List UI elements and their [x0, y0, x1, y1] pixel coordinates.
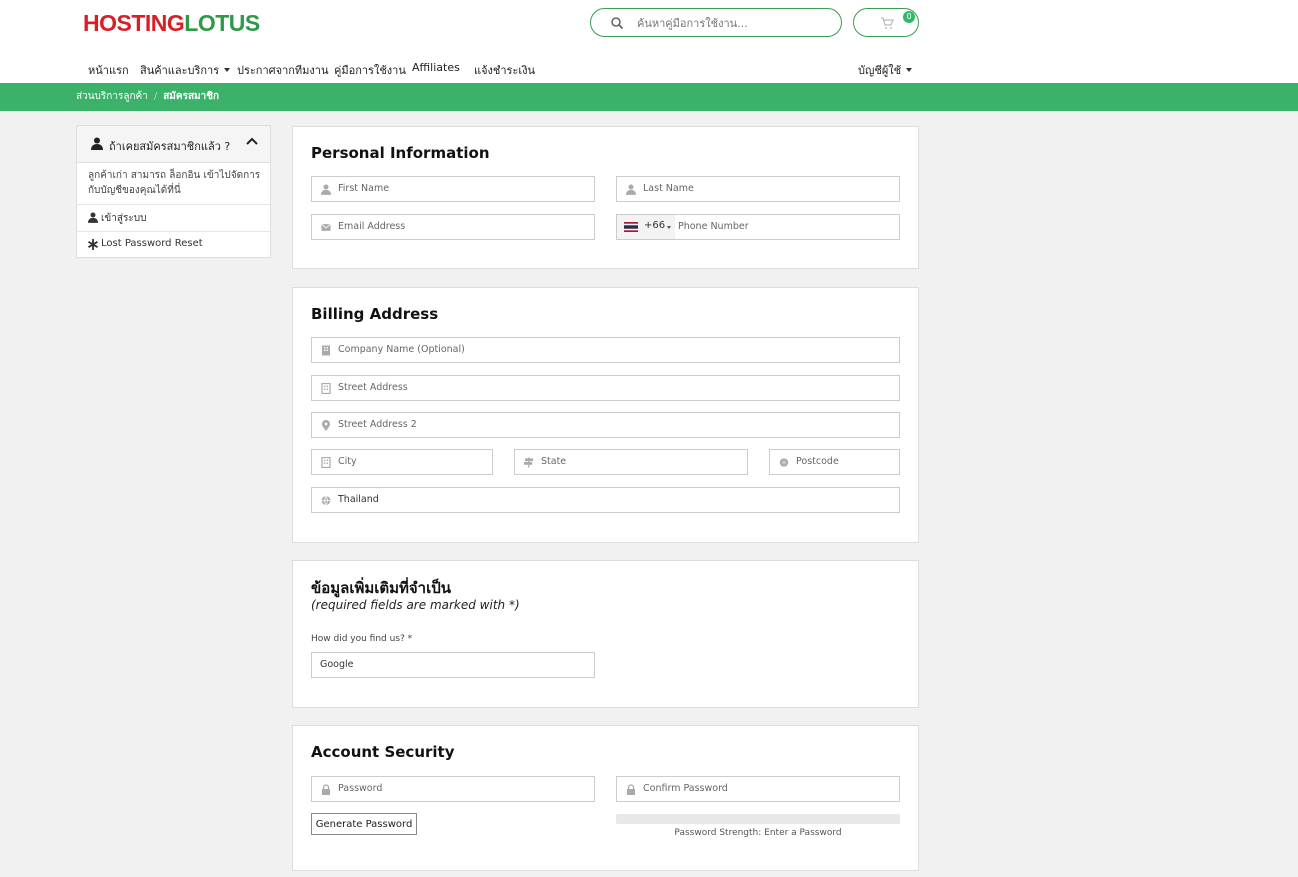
- breadcrumb-current: สมัครสมาชิก: [163, 91, 220, 102]
- user-icon: [626, 184, 636, 195]
- cart-button[interactable]: 0: [853, 8, 919, 37]
- sidebar-title: ถ้าเคยสมัครสมาชิกแล้ว ?: [109, 140, 231, 153]
- sidebar-panel: ถ้าเคยสมัครสมาชิกแล้ว ? ลูกค้าเก่า สามาร…: [76, 125, 271, 258]
- billing-address-card: Billing Address Company Name (Optional) …: [292, 287, 919, 543]
- how-found-input[interactable]: Google: [311, 652, 595, 678]
- confirm-password-field[interactable]: Confirm Password: [616, 776, 900, 802]
- sidebar-item-label: Lost Password Reset: [101, 238, 203, 249]
- user-icon: [321, 184, 331, 195]
- brand-logo[interactable]: HOSTINGLOTUS: [83, 10, 260, 37]
- search-input[interactable]: [637, 14, 832, 32]
- last-name-placeholder: Last Name: [643, 183, 694, 194]
- email-field[interactable]: Email Address: [311, 214, 595, 240]
- sidebar-item-login[interactable]: เข้าสู่ระบบ: [77, 204, 270, 231]
- generate-password-button[interactable]: Generate Password: [311, 813, 417, 835]
- nav-products-label: สินค้าและบริการ: [140, 64, 220, 77]
- nav-account-label: บัญชีผู้ใช้: [858, 64, 902, 77]
- postcode-field[interactable]: Postcode: [769, 449, 900, 475]
- envelope-icon: [321, 223, 331, 231]
- nav-payment[interactable]: แจ้งชำระเงิน: [474, 61, 535, 79]
- section-title: Account Security: [311, 743, 455, 761]
- nav-announcements[interactable]: ประกาศจากทีมงาน: [237, 61, 328, 79]
- section-title: Personal Information: [311, 144, 490, 162]
- section-title: ข้อมูลเพิ่มเติมที่จำเป็น: [311, 579, 452, 597]
- sidebar-header[interactable]: ถ้าเคยสมัครสมาชิกแล้ว ?: [77, 126, 270, 163]
- nav-knowledgebase[interactable]: คู่มือการใช้งาน: [334, 61, 406, 79]
- sidebar-item-reset[interactable]: Lost Password Reset: [77, 231, 270, 258]
- cart-icon: [881, 17, 894, 29]
- first-name-placeholder: First Name: [338, 183, 390, 194]
- caret-down-icon: [906, 68, 913, 72]
- how-found-value: Google: [320, 659, 354, 670]
- company-placeholder: Company Name (Optional): [338, 344, 465, 355]
- top-header: HOSTINGLOTUS 0 หน้าแรก สินค้าและบริการ ป…: [0, 0, 1298, 83]
- brand-part1: HOSTING: [83, 10, 185, 36]
- city-placeholder: City: [338, 456, 357, 467]
- personal-info-card: Personal Information First Name Last Nam…: [292, 126, 919, 269]
- last-name-field[interactable]: Last Name: [616, 176, 900, 202]
- signpost-icon: [524, 457, 534, 468]
- user-icon: [88, 212, 98, 223]
- nav-home[interactable]: หน้าแรก: [88, 61, 129, 79]
- account-security-card: Account Security Password Confirm Passwo…: [292, 725, 919, 871]
- brand-part2: LOTUS: [184, 10, 260, 36]
- first-name-field[interactable]: First Name: [311, 176, 595, 202]
- sidebar-item-label: เข้าสู่ระบบ: [101, 213, 147, 224]
- breadcrumb-home[interactable]: ส่วนบริการลูกค้า: [76, 91, 148, 102]
- state-placeholder: State: [541, 456, 567, 467]
- section-title: Billing Address: [311, 305, 439, 323]
- password-placeholder: Password: [338, 783, 383, 794]
- street-address-2-field[interactable]: Street Address 2: [311, 412, 900, 438]
- confirm-password-placeholder: Confirm Password: [643, 783, 728, 794]
- breadcrumb-bar: ส่วนบริการลูกค้า / สมัครสมาชิก: [0, 83, 1298, 111]
- lock-icon: [627, 784, 635, 795]
- building-icon: [322, 345, 330, 356]
- city-field[interactable]: City: [311, 449, 493, 475]
- email-placeholder: Email Address: [338, 221, 406, 232]
- map-marker-icon: [322, 420, 330, 431]
- search-box: [590, 8, 842, 37]
- thailand-flag-icon: [624, 222, 638, 232]
- country-select[interactable]: Thailand: [311, 487, 900, 513]
- country-value: Thailand: [338, 494, 379, 505]
- building-icon: [321, 457, 331, 468]
- country-code-selector[interactable]: +66: [617, 215, 675, 239]
- chevron-up-icon[interactable]: [246, 136, 258, 146]
- nav-products[interactable]: สินค้าและบริการ: [140, 61, 231, 79]
- caret-down-icon: [667, 226, 671, 229]
- street2-placeholder: Street Address 2: [338, 419, 417, 430]
- nav-account[interactable]: บัญชีผู้ใช้: [858, 61, 913, 79]
- lock-icon: [322, 784, 330, 795]
- section-subtitle: (required fields are marked with *): [311, 598, 520, 612]
- breadcrumb-separator: /: [153, 91, 158, 102]
- asterisk-icon: [88, 239, 98, 250]
- state-field[interactable]: State: [514, 449, 748, 475]
- sidebar-description: ลูกค้าเก่า สามารถ ล็อกอิน เข้าไปจัดการกั…: [88, 170, 261, 196]
- building-icon: [321, 383, 331, 394]
- password-field[interactable]: Password: [311, 776, 595, 802]
- phone-placeholder: Phone Number: [678, 221, 749, 232]
- additional-info-card: ข้อมูลเพิ่มเติมที่จำเป็น (required field…: [292, 560, 919, 708]
- search-icon: [611, 17, 624, 30]
- how-found-label: How did you find us? *: [311, 634, 413, 644]
- street-placeholder: Street Address: [338, 382, 408, 393]
- user-icon: [91, 137, 103, 150]
- postcode-placeholder: Postcode: [796, 456, 839, 467]
- cart-count-badge: 0: [903, 11, 915, 23]
- street-address-field[interactable]: Street Address: [311, 375, 900, 401]
- globe-icon: [321, 495, 331, 506]
- password-strength-bar: [616, 814, 900, 824]
- phone-field[interactable]: +66 Phone Number: [616, 214, 900, 240]
- phone-country-code: +66: [644, 220, 666, 231]
- company-field[interactable]: Company Name (Optional): [311, 337, 900, 363]
- caret-down-icon: [224, 68, 231, 72]
- breadcrumb: ส่วนบริการลูกค้า / สมัครสมาชิก: [76, 89, 219, 104]
- certificate-icon: [779, 458, 789, 467]
- nav-affiliates[interactable]: Affiliates: [412, 61, 460, 74]
- password-strength-text: Password Strength: Enter a Password: [674, 828, 842, 838]
